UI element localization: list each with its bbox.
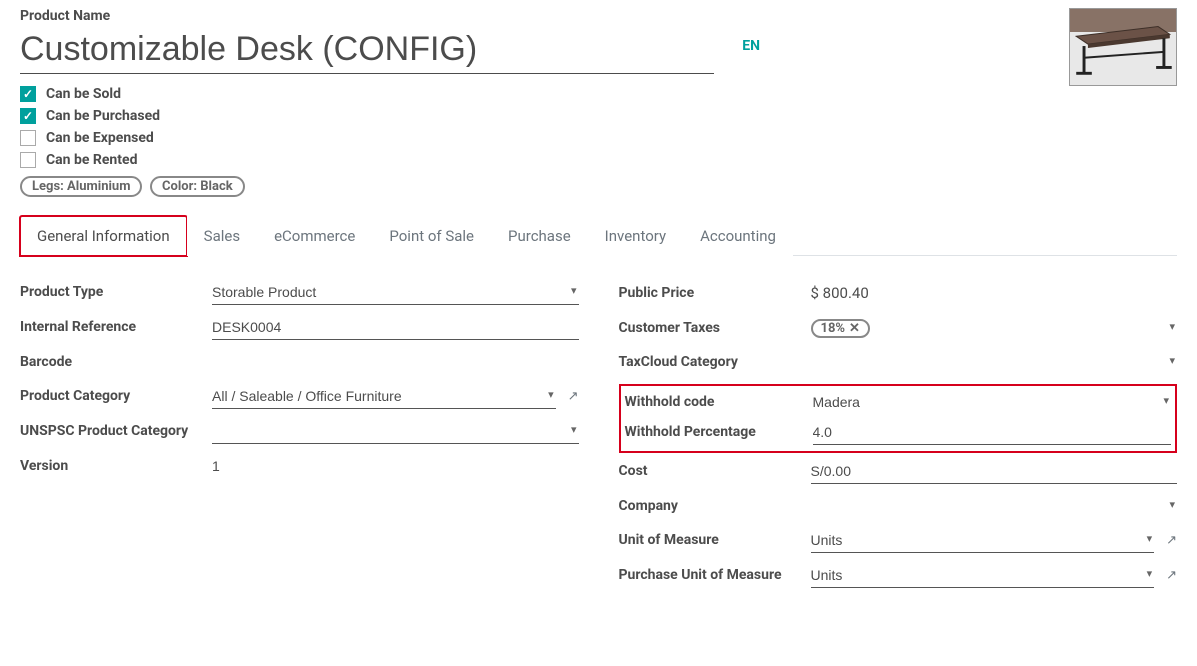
purchase-uom-external-link-icon[interactable]: ↗: [1166, 568, 1177, 583]
withhold-code-label: Withhold code: [625, 393, 801, 411]
unit-of-measure-label: Unit of Measure: [619, 531, 799, 549]
product-name-input[interactable]: [20, 26, 714, 74]
uom-external-link-icon[interactable]: ↗: [1166, 533, 1177, 548]
purchase-uom-label: Purchase Unit of Measure: [619, 566, 799, 584]
taxcloud-category-label: TaxCloud Category: [619, 353, 799, 371]
tab-purchase[interactable]: Purchase: [491, 216, 588, 256]
can-be-rented-label: Can be Rented: [46, 152, 137, 168]
form-tabs: General Information Sales eCommerce Poin…: [20, 215, 1177, 256]
product-category-external-link-icon[interactable]: ↗: [568, 389, 579, 404]
unspsc-select[interactable]: [212, 419, 579, 444]
customer-taxes-input[interactable]: [878, 316, 1177, 340]
public-price-label: Public Price: [619, 284, 799, 302]
can-be-purchased-checkbox[interactable]: [20, 108, 36, 124]
version-label: Version: [20, 457, 200, 475]
company-select[interactable]: [811, 494, 1178, 518]
desk-image-icon: [1070, 9, 1176, 85]
can-be-sold-checkbox[interactable]: [20, 86, 36, 102]
barcode-input[interactable]: [212, 350, 579, 374]
product-category-select[interactable]: [212, 384, 556, 409]
cost-input[interactable]: [811, 459, 1178, 484]
tab-inventory[interactable]: Inventory: [588, 216, 683, 256]
version-input[interactable]: [212, 454, 579, 478]
variant-tag-color[interactable]: Color: Black: [150, 176, 245, 197]
customer-tax-tag-remove-icon[interactable]: ✕: [849, 321, 860, 336]
can-be-sold-label: Can be Sold: [46, 86, 121, 102]
product-type-label: Product Type: [20, 283, 200, 301]
company-label: Company: [619, 497, 799, 515]
taxcloud-category-select[interactable]: [811, 350, 1178, 374]
tab-point-of-sale[interactable]: Point of Sale: [372, 216, 491, 256]
withhold-code-select[interactable]: [813, 390, 1172, 414]
can-be-expensed-checkbox[interactable]: [20, 130, 36, 146]
internal-reference-label: Internal Reference: [20, 318, 200, 336]
purchase-uom-select[interactable]: [811, 563, 1155, 588]
language-badge[interactable]: EN: [742, 38, 760, 54]
can-be-expensed-label: Can be Expensed: [46, 130, 154, 146]
variant-tag-legs[interactable]: Legs: Aluminium: [20, 176, 142, 197]
product-type-select[interactable]: [212, 280, 579, 305]
internal-reference-input[interactable]: [212, 315, 579, 340]
product-image[interactable]: [1069, 8, 1177, 86]
customer-tax-tag[interactable]: 18% ✕: [811, 319, 870, 338]
can-be-purchased-label: Can be Purchased: [46, 108, 160, 124]
withhold-highlight-box: Withhold code Withhold Percentage: [619, 384, 1178, 453]
withhold-percentage-input[interactable]: [813, 420, 1172, 445]
cost-label: Cost: [619, 462, 799, 480]
unspsc-label: UNSPSC Product Category: [20, 422, 200, 440]
tab-sales[interactable]: Sales: [187, 216, 257, 256]
tab-accounting[interactable]: Accounting: [683, 216, 793, 256]
withhold-percentage-label: Withhold Percentage: [625, 423, 801, 441]
tab-general-information[interactable]: General Information: [20, 216, 187, 256]
public-price-value: $ 800.40: [811, 280, 869, 306]
customer-taxes-label: Customer Taxes: [619, 319, 799, 337]
product-category-label: Product Category: [20, 387, 200, 405]
product-name-label: Product Name: [20, 8, 1037, 24]
tab-ecommerce[interactable]: eCommerce: [257, 216, 372, 256]
unit-of-measure-select[interactable]: [811, 528, 1155, 553]
can-be-rented-checkbox[interactable]: [20, 152, 36, 168]
customer-tax-tag-text: 18%: [821, 321, 846, 336]
barcode-label: Barcode: [20, 353, 200, 371]
